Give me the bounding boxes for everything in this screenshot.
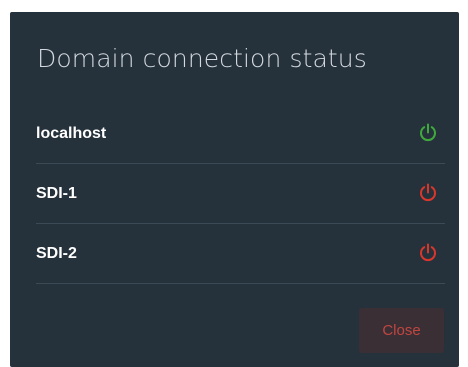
close-button[interactable]: Close [359,308,444,353]
domain-name: SDI-2 [36,245,77,262]
domain-status-dialog: Domain connection status localhost SDI-1… [10,12,459,367]
power-icon [420,183,436,201]
dialog-title: Domain connection status [37,44,367,73]
power-icon [420,243,436,261]
domain-name: SDI-1 [36,185,77,202]
domain-row-sdi-2: SDI-2 [36,224,445,284]
domain-list: localhost SDI-1 SDI-2 [36,104,445,284]
domain-row-sdi-1: SDI-1 [36,164,445,224]
power-icon [420,123,436,141]
domain-name: localhost [36,125,107,142]
domain-row-localhost: localhost [36,104,445,164]
